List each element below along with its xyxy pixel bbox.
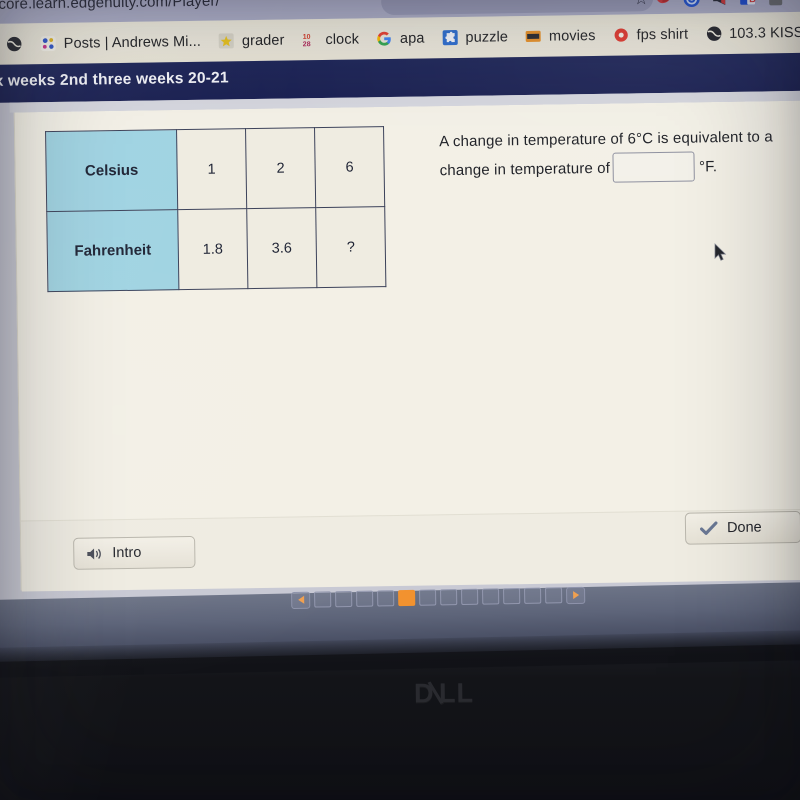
bookmark-item-grader[interactable]: grader (211, 28, 292, 52)
page-marker-12[interactable] (544, 587, 563, 604)
page-marker-6[interactable] (419, 589, 437, 606)
svg-text:B: B (749, 0, 756, 4)
lesson-player: Celsius 1 2 6 Fahrenheit 1.8 3.6 ? A cha… (13, 100, 800, 592)
dark-globe-icon (705, 25, 722, 42)
course-title: six weeks 2nd three weeks 20-21 (0, 69, 229, 91)
blue-circle-extension-icon[interactable] (682, 0, 701, 8)
numbers-10-28-icon: 10 28 (301, 31, 318, 49)
intro-button[interactable]: Intro (73, 535, 196, 570)
bookmark-item-clock[interactable]: 10 28 clock (294, 27, 366, 51)
answer-input[interactable] (612, 151, 696, 183)
star-bookmark-icon[interactable]: ☆ (631, 0, 651, 9)
question-line-2-prefix: change in temperature of (439, 159, 611, 179)
globe-icon (6, 35, 23, 52)
cell-fahrenheit-3: ? (315, 206, 386, 288)
page-marker-10[interactable] (503, 588, 521, 605)
table-row: Fahrenheit 1.8 3.6 ? (46, 206, 386, 292)
cell-celsius-1: 1 (176, 128, 247, 210)
lesson-content-area: Celsius 1 2 6 Fahrenheit 1.8 3.6 ? A cha… (14, 100, 800, 523)
speaker-icon (86, 546, 103, 561)
url-text[interactable]: .core.learn.edgenuity.com/Player/ (0, 0, 220, 13)
intro-button-label: Intro (112, 544, 142, 562)
laptop-screen-photo: D\LL .core.learn.edgenuity.com/Player/ ☆… (0, 0, 800, 800)
blue-red-b-extension-icon[interactable]: B (738, 0, 757, 7)
bookmark-label: fps shirt (636, 26, 689, 43)
mouse-pointer-icon (714, 243, 727, 262)
bookmark-item-posts-andrews[interactable]: Posts | Andrews Mi... (33, 30, 209, 56)
film-strip-icon (525, 28, 542, 45)
cell-fahrenheit-1: 1.8 (177, 208, 248, 290)
question-line-1: A change in temperature of 6°C is equiva… (439, 128, 773, 151)
bookmark-label: 103.3 KISS FM | 10... (729, 23, 800, 42)
row-header-celsius: Celsius (45, 129, 178, 212)
star-badge-icon (218, 32, 235, 49)
address-bar[interactable] (380, 0, 654, 16)
colored-dots-icon (40, 35, 57, 52)
red-bird-extension-icon[interactable] (654, 0, 673, 9)
checkmark-icon (699, 520, 718, 536)
dell-brand-logo: D\LL (413, 674, 475, 712)
page-marker-9[interactable] (482, 588, 500, 605)
done-button-label: Done (726, 519, 762, 537)
page-marker-3[interactable] (356, 590, 374, 607)
lesson-control-bar: Intro Done (20, 508, 800, 592)
next-arrow-icon[interactable] (565, 586, 586, 604)
question-block: A change in temperature of 6°C is equiva… (439, 123, 790, 185)
svg-text:28: 28 (302, 41, 310, 48)
bookmark-item-fps-shirt[interactable]: fps shirt (605, 22, 695, 46)
page-marker-1[interactable] (314, 591, 332, 608)
google-g-icon (376, 30, 393, 47)
red-gear-icon (612, 26, 629, 43)
cell-celsius-2: 2 (245, 127, 316, 209)
bookmark-label: movies (548, 27, 596, 45)
bookmark-item-apa[interactable]: apa (369, 26, 432, 50)
done-button[interactable]: Done (684, 510, 800, 545)
svg-text:10: 10 (302, 34, 310, 41)
page-marker-8[interactable] (461, 588, 479, 606)
bookmark-label: apa (399, 30, 425, 47)
page-marker-5-active[interactable] (398, 589, 416, 607)
page-marker-4[interactable] (377, 590, 395, 607)
bookmark-item-movies[interactable]: movies (518, 24, 603, 48)
page-marker-2[interactable] (335, 590, 353, 608)
bookmark-label: grader (241, 32, 285, 49)
bookmark-item-kiss-fm[interactable]: 103.3 KISS FM | 10... (698, 20, 800, 46)
puzzle-piece-icon (441, 29, 458, 46)
question-line-2-suffix: °F. (698, 157, 718, 175)
page-marker-11[interactable] (523, 587, 542, 604)
bookmark-item-globe[interactable] (0, 32, 30, 55)
prev-arrow-icon[interactable] (291, 591, 311, 609)
page-marker-7[interactable] (440, 589, 458, 606)
gray-extension-icon[interactable] (766, 0, 785, 7)
bookmark-item-puzzle[interactable]: puzzle (434, 25, 515, 49)
bookmark-label: Posts | Andrews Mi... (63, 33, 202, 52)
table-row: Celsius 1 2 6 (45, 126, 385, 212)
extension-icons: B (654, 0, 785, 11)
megaphone-extension-icon[interactable] (710, 0, 729, 8)
cell-fahrenheit-2: 3.6 (246, 207, 317, 289)
row-header-fahrenheit: Fahrenheit (46, 209, 179, 292)
cell-celsius-3: 6 (314, 126, 385, 208)
bookmark-label: clock (325, 30, 360, 48)
conversion-table: Celsius 1 2 6 Fahrenheit 1.8 3.6 ? (45, 126, 386, 292)
bookmark-label: puzzle (465, 28, 509, 46)
screen-surface: .core.learn.edgenuity.com/Player/ ☆ B (0, 0, 800, 608)
question-line-2: change in temperature of °F. (439, 150, 789, 185)
